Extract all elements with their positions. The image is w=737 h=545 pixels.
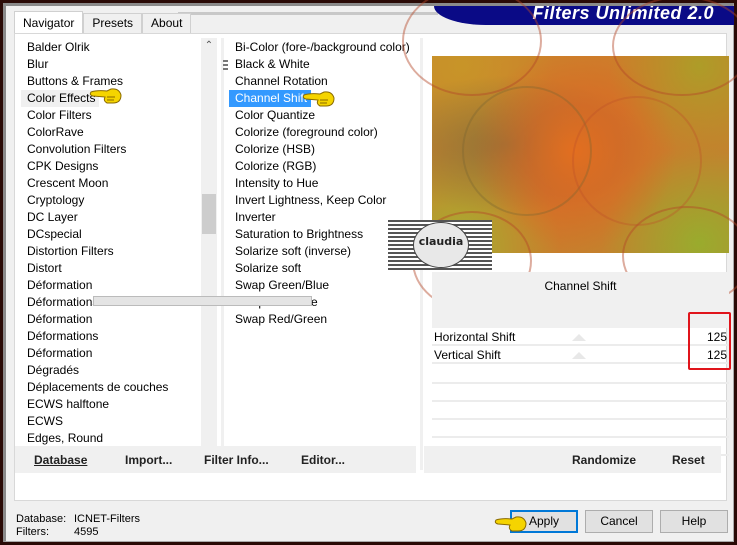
- filter-title: Channel Shift: [544, 279, 617, 293]
- preview-swirl: [402, 0, 542, 96]
- toolbar-left: Database Import... Filter Info... Editor…: [15, 446, 416, 473]
- filter-item[interactable]: Inverter: [229, 209, 409, 226]
- category-item[interactable]: Color Effects: [21, 90, 100, 107]
- filters-unlimited-dialog: Filters Unlimited 2.0 Navigator Presets …: [3, 0, 737, 542]
- filter-info-button[interactable]: Filter Info...: [204, 453, 269, 467]
- help-button[interactable]: Help: [660, 510, 728, 533]
- filter-item[interactable]: Colorize (RGB): [229, 158, 409, 175]
- preview-swirl: [612, 0, 737, 96]
- category-item[interactable]: CPK Designs: [21, 158, 201, 175]
- param-label: Horizontal Shift: [434, 330, 516, 344]
- category-item[interactable]: Déformation: [21, 277, 201, 294]
- empty-param-row: [432, 382, 729, 384]
- category-item[interactable]: Déplacements de couches: [21, 379, 201, 396]
- status-database-label: Database:: [16, 513, 67, 525]
- category-item[interactable]: Déformation: [21, 345, 201, 362]
- value-highlight-box: [688, 312, 731, 370]
- randomize-button[interactable]: Randomize: [572, 453, 636, 467]
- category-item[interactable]: Balder Olrik: [21, 39, 201, 56]
- divider: [221, 38, 224, 470]
- database-button-label: Database: [34, 453, 88, 467]
- pointing-hand-icon: [494, 516, 527, 532]
- empty-param-row: [432, 418, 729, 420]
- filter-item[interactable]: Black & White: [229, 56, 409, 73]
- scroll-up-icon[interactable]: ⌃: [201, 38, 217, 54]
- empty-param-row: [432, 436, 729, 438]
- tab-bar: Navigator Presets About: [14, 11, 192, 33]
- toolbar-right: Randomize Reset: [424, 446, 721, 473]
- filter-item[interactable]: Swap Red/Green: [229, 311, 409, 328]
- filter-item[interactable]: Colorize (foreground color): [229, 124, 409, 141]
- filter-item[interactable]: Colorize (HSB): [229, 141, 409, 158]
- category-item[interactable]: Déformation: [21, 311, 201, 328]
- database-button[interactable]: Database: [34, 453, 87, 467]
- category-item[interactable]: Convolution Filters: [21, 141, 201, 158]
- preview-swirl: [572, 96, 702, 226]
- category-item[interactable]: Distortion Filters: [21, 243, 201, 260]
- filter-item[interactable]: Saturation to Brightness: [229, 226, 409, 243]
- filter-item[interactable]: Swap Green/Blue: [229, 277, 409, 294]
- category-item[interactable]: Déformations: [21, 328, 201, 345]
- filter-item[interactable]: Solarize soft (inverse): [229, 243, 409, 260]
- status-filters: Filters: 4595: [16, 526, 98, 538]
- watermark-logo: claudia: [388, 220, 492, 270]
- filter-list[interactable]: Bi-Color (fore-/background color) Black &…: [223, 39, 410, 339]
- filter-item[interactable]: Intensity to Hue: [229, 175, 409, 192]
- filter-item[interactable]: Bi-Color (fore-/background color): [229, 39, 410, 56]
- category-item[interactable]: DCspecial: [21, 226, 201, 243]
- filter-gap: [432, 306, 729, 328]
- param-horizontal-shift[interactable]: Horizontal Shift 125: [432, 328, 729, 346]
- category-item[interactable]: Cryptology: [21, 192, 201, 209]
- category-item[interactable]: ColorRave: [21, 124, 201, 141]
- empty-param-row: [432, 400, 729, 402]
- scroll-thumb[interactable]: [202, 194, 216, 234]
- title-strip: [178, 12, 438, 15]
- category-item[interactable]: Crescent Moon: [21, 175, 201, 192]
- category-item[interactable]: Edges, Round: [21, 430, 201, 447]
- logo-text: claudia: [418, 235, 464, 248]
- grip-icon[interactable]: [223, 60, 228, 71]
- logo-oval: claudia: [413, 222, 469, 268]
- filter-item[interactable]: Color Quantize: [229, 107, 409, 124]
- filter-title-box: Channel Shift: [432, 272, 729, 306]
- tab-presets[interactable]: Presets: [83, 13, 143, 33]
- category-scrollbar[interactable]: ⌃ ⌄: [201, 38, 217, 470]
- status-filters-label: Filters:: [16, 526, 49, 538]
- cancel-button[interactable]: Cancel: [585, 510, 653, 533]
- status-database: Database: ICNET-Filters: [16, 513, 140, 525]
- param-vertical-shift[interactable]: Vertical Shift 125: [432, 346, 729, 364]
- filter-item[interactable]: Invert Lightness, Keep Color: [229, 192, 409, 209]
- pointing-hand-icon: [302, 91, 335, 107]
- import-button[interactable]: Import...: [125, 453, 172, 467]
- status-database-value: ICNET-Filters: [74, 513, 140, 525]
- slider-caret-icon: [572, 352, 586, 359]
- category-item[interactable]: Blur: [21, 56, 201, 73]
- filter-item[interactable]: Channel Shift: [229, 90, 312, 107]
- category-item[interactable]: ECWS halftone: [21, 396, 201, 413]
- reset-button[interactable]: Reset: [672, 453, 705, 467]
- status-filters-value: 4595: [74, 526, 99, 538]
- category-item[interactable]: ECWS: [21, 413, 201, 430]
- category-item[interactable]: Dégradés: [21, 362, 201, 379]
- tab-navigator[interactable]: Navigator: [14, 11, 84, 33]
- slider-caret-icon: [572, 334, 586, 341]
- tab-about[interactable]: About: [142, 13, 192, 33]
- filter-item[interactable]: Solarize soft: [229, 260, 409, 277]
- pointing-hand-icon: [89, 88, 122, 104]
- param-label: Vertical Shift: [434, 348, 501, 362]
- editor-button[interactable]: Editor...: [301, 453, 345, 467]
- filter-title-bar: [93, 296, 312, 306]
- category-item[interactable]: Color Filters: [21, 107, 201, 124]
- category-item[interactable]: Distort: [21, 260, 201, 277]
- category-item[interactable]: DC Layer: [21, 209, 201, 226]
